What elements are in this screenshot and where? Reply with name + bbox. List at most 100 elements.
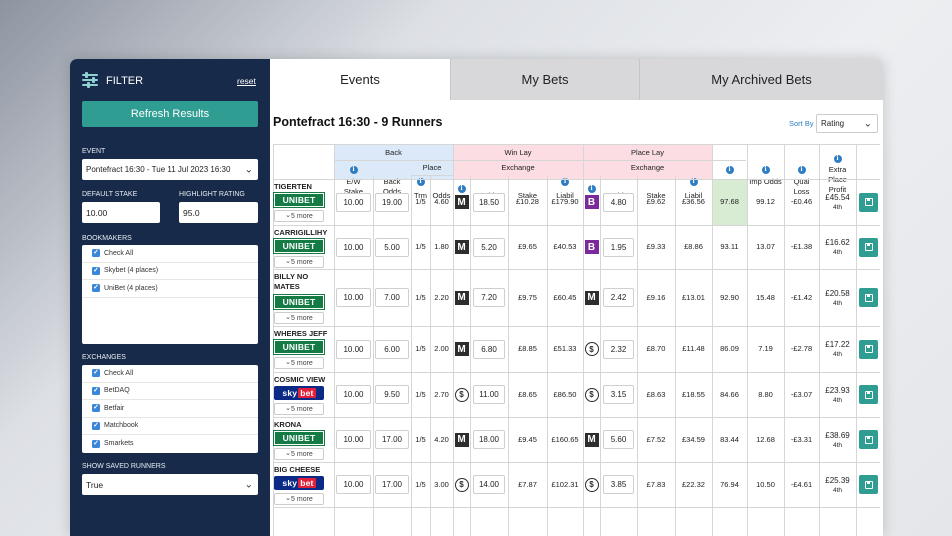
win-lay-odds-input[interactable]: 11.00 [473, 385, 505, 404]
save-bet-button[interactable] [859, 288, 878, 307]
place-lay-odds-input[interactable]: 5.60 [603, 430, 634, 449]
ew-stake-input[interactable]: 10.00 [336, 237, 371, 257]
highlight-rating-input[interactable]: 95.0 [179, 202, 258, 223]
checkbox-checked-icon[interactable]: ✓ [92, 421, 100, 430]
info-icon[interactable]: i [587, 185, 596, 193]
checkbox-checked-icon[interactable]: ✓ [92, 284, 100, 293]
save-icon [864, 435, 873, 444]
column-divider [334, 144, 335, 536]
rating: 92.90 [720, 292, 739, 302]
place-odds: 1.80 [434, 242, 449, 251]
ew-stake-input[interactable]: 10.00 [336, 339, 371, 359]
exchange-check-all[interactable]: ✓ Check All [82, 365, 258, 383]
checkbox-checked-icon[interactable]: ✓ [92, 404, 100, 413]
bookmaker-skybet[interactable]: ✓ Skybet (4 places) [82, 263, 258, 280]
default-stake-input[interactable]: 10.00 [82, 202, 160, 223]
checkbox-checked-icon[interactable]: ✓ [92, 369, 100, 378]
checkbox-checked-icon[interactable]: ✓ [92, 439, 100, 448]
win-lay-odds-input[interactable]: 6.80 [473, 339, 505, 359]
exchange-betdaq[interactable]: ✓ BetDAQ [82, 383, 258, 400]
back-odds-input[interactable]: 19.00 [375, 192, 409, 212]
win-lay-odds-input[interactable]: 14.00 [473, 475, 505, 494]
more-bookmakers-button[interactable]: ⌄ 5 more [274, 256, 324, 268]
win-lay-liability: £102.31 [551, 479, 579, 489]
save-bet-button[interactable] [859, 339, 878, 359]
row-divider [273, 507, 880, 508]
more-bookmakers-button[interactable]: ⌄ 5 more [274, 403, 324, 415]
qualifying-loss: -£1.42 [790, 292, 813, 302]
event-select[interactable]: Pontefract 16:30 - Tue 11 Jul 2023 16:30… [82, 159, 258, 180]
more-bookmakers-button[interactable]: ⌄ 5 more [274, 357, 324, 369]
bookmaker-unibet[interactable]: ✓ UniBet (4 places) [82, 280, 258, 298]
info-icon[interactable]: i [833, 155, 842, 163]
ew-stake-input[interactable]: 10.00 [336, 192, 371, 212]
bookmaker-logo-unibet: UNIBET [273, 339, 325, 355]
win-lay-odds-input[interactable]: 18.50 [473, 192, 505, 212]
save-bet-button[interactable] [859, 192, 878, 212]
win-lay-odds-input[interactable]: 18.00 [473, 430, 505, 449]
places-paid: 4th [832, 249, 843, 257]
back-odds-input[interactable]: 17.00 [375, 475, 409, 494]
back-odds-input[interactable]: 6.00 [375, 339, 409, 359]
place-lay-odds-input[interactable]: 2.32 [603, 339, 634, 359]
back-odds-input[interactable]: 9.50 [375, 385, 409, 404]
more-bookmakers-button[interactable]: ⌄ 5 more [274, 448, 324, 460]
info-icon[interactable]: i [457, 185, 466, 193]
more-bookmakers-button[interactable]: ⌄ 5 more [274, 210, 324, 222]
refresh-results-button[interactable]: Refresh Results [82, 101, 258, 127]
tab-my-archived-bets[interactable]: My Archived Bets [640, 59, 883, 100]
checkbox-checked-icon[interactable]: ✓ [92, 266, 100, 275]
tab-events[interactable]: Events [270, 59, 451, 100]
place-lay-odds-input[interactable]: 3.15 [603, 385, 634, 404]
info-icon[interactable]: i [725, 166, 734, 174]
info-icon[interactable]: i [761, 166, 770, 174]
rating: 93.11 [720, 242, 739, 251]
show-saved-runners-select[interactable]: True ⌄ [82, 474, 258, 495]
header-back: Back [385, 148, 402, 157]
save-bet-button[interactable] [859, 237, 878, 257]
implied-odds: 7.19 [758, 344, 773, 353]
save-bet-button[interactable] [859, 475, 878, 494]
rating: 76.94 [720, 479, 739, 489]
save-icon [864, 390, 873, 399]
checkbox-checked-icon[interactable]: ✓ [92, 249, 100, 258]
place-lay-odds-input[interactable]: 1.95 [603, 237, 634, 257]
place-lay-odds-input[interactable]: 2.42 [603, 288, 634, 307]
back-odds-input[interactable]: 5.00 [375, 237, 409, 257]
win-lay-odds-input[interactable]: 5.20 [473, 237, 505, 257]
profit-value: £45.54 [825, 193, 850, 202]
place-terms: 1/5 [415, 292, 426, 302]
ew-stake-input[interactable]: 10.00 [336, 385, 371, 404]
exchange-matchbook[interactable]: ✓ Matchbook [82, 418, 258, 435]
extra-place-profit: £38.69 4th [819, 428, 856, 450]
info-icon[interactable]: i [349, 166, 358, 174]
sort-by-select[interactable]: Rating ⌄ [816, 114, 878, 133]
chevron-down-icon: ⌄ [244, 479, 253, 490]
more-bookmakers-button[interactable]: ⌄ 5 more [274, 312, 324, 324]
more-bookmakers-button[interactable]: ⌄ 5 more [274, 493, 324, 505]
back-odds-input[interactable]: 7.00 [375, 288, 409, 307]
ew-stake-input[interactable]: 10.00 [336, 430, 371, 449]
win-lay-liability: £160.65 [551, 434, 579, 444]
win-lay-odds-input[interactable]: 7.20 [473, 288, 505, 307]
save-bet-button[interactable] [859, 385, 878, 404]
sort-by-value: Rating [821, 119, 845, 128]
checkbox-checked-icon[interactable]: ✓ [92, 386, 100, 395]
rating: 97.68 [720, 197, 739, 206]
place-lay-odds-input[interactable]: 3.85 [603, 475, 634, 494]
exchange-smarkets[interactable]: ✓ Smarkets [82, 435, 258, 453]
info-icon[interactable]: i [797, 166, 806, 174]
sliders-icon [82, 72, 98, 88]
tab-my-bets[interactable]: My Bets [451, 59, 640, 100]
save-bet-button[interactable] [859, 430, 878, 449]
bookmaker-check-all[interactable]: ✓ Check All [82, 245, 258, 263]
back-odds-input[interactable]: 17.00 [375, 430, 409, 449]
qualifying-loss: -£4.61 [790, 479, 813, 489]
ew-stake-input[interactable]: 10.00 [336, 475, 371, 494]
place-lay-liability: £13.01 [682, 292, 705, 302]
place-lay-odds-input[interactable]: 4.80 [603, 192, 634, 212]
place-lay-stake: £7.52 [646, 434, 666, 444]
reset-link[interactable]: reset [237, 76, 256, 86]
ew-stake-input[interactable]: 10.00 [336, 288, 371, 307]
exchange-betfair[interactable]: ✓ Betfair [82, 400, 258, 418]
